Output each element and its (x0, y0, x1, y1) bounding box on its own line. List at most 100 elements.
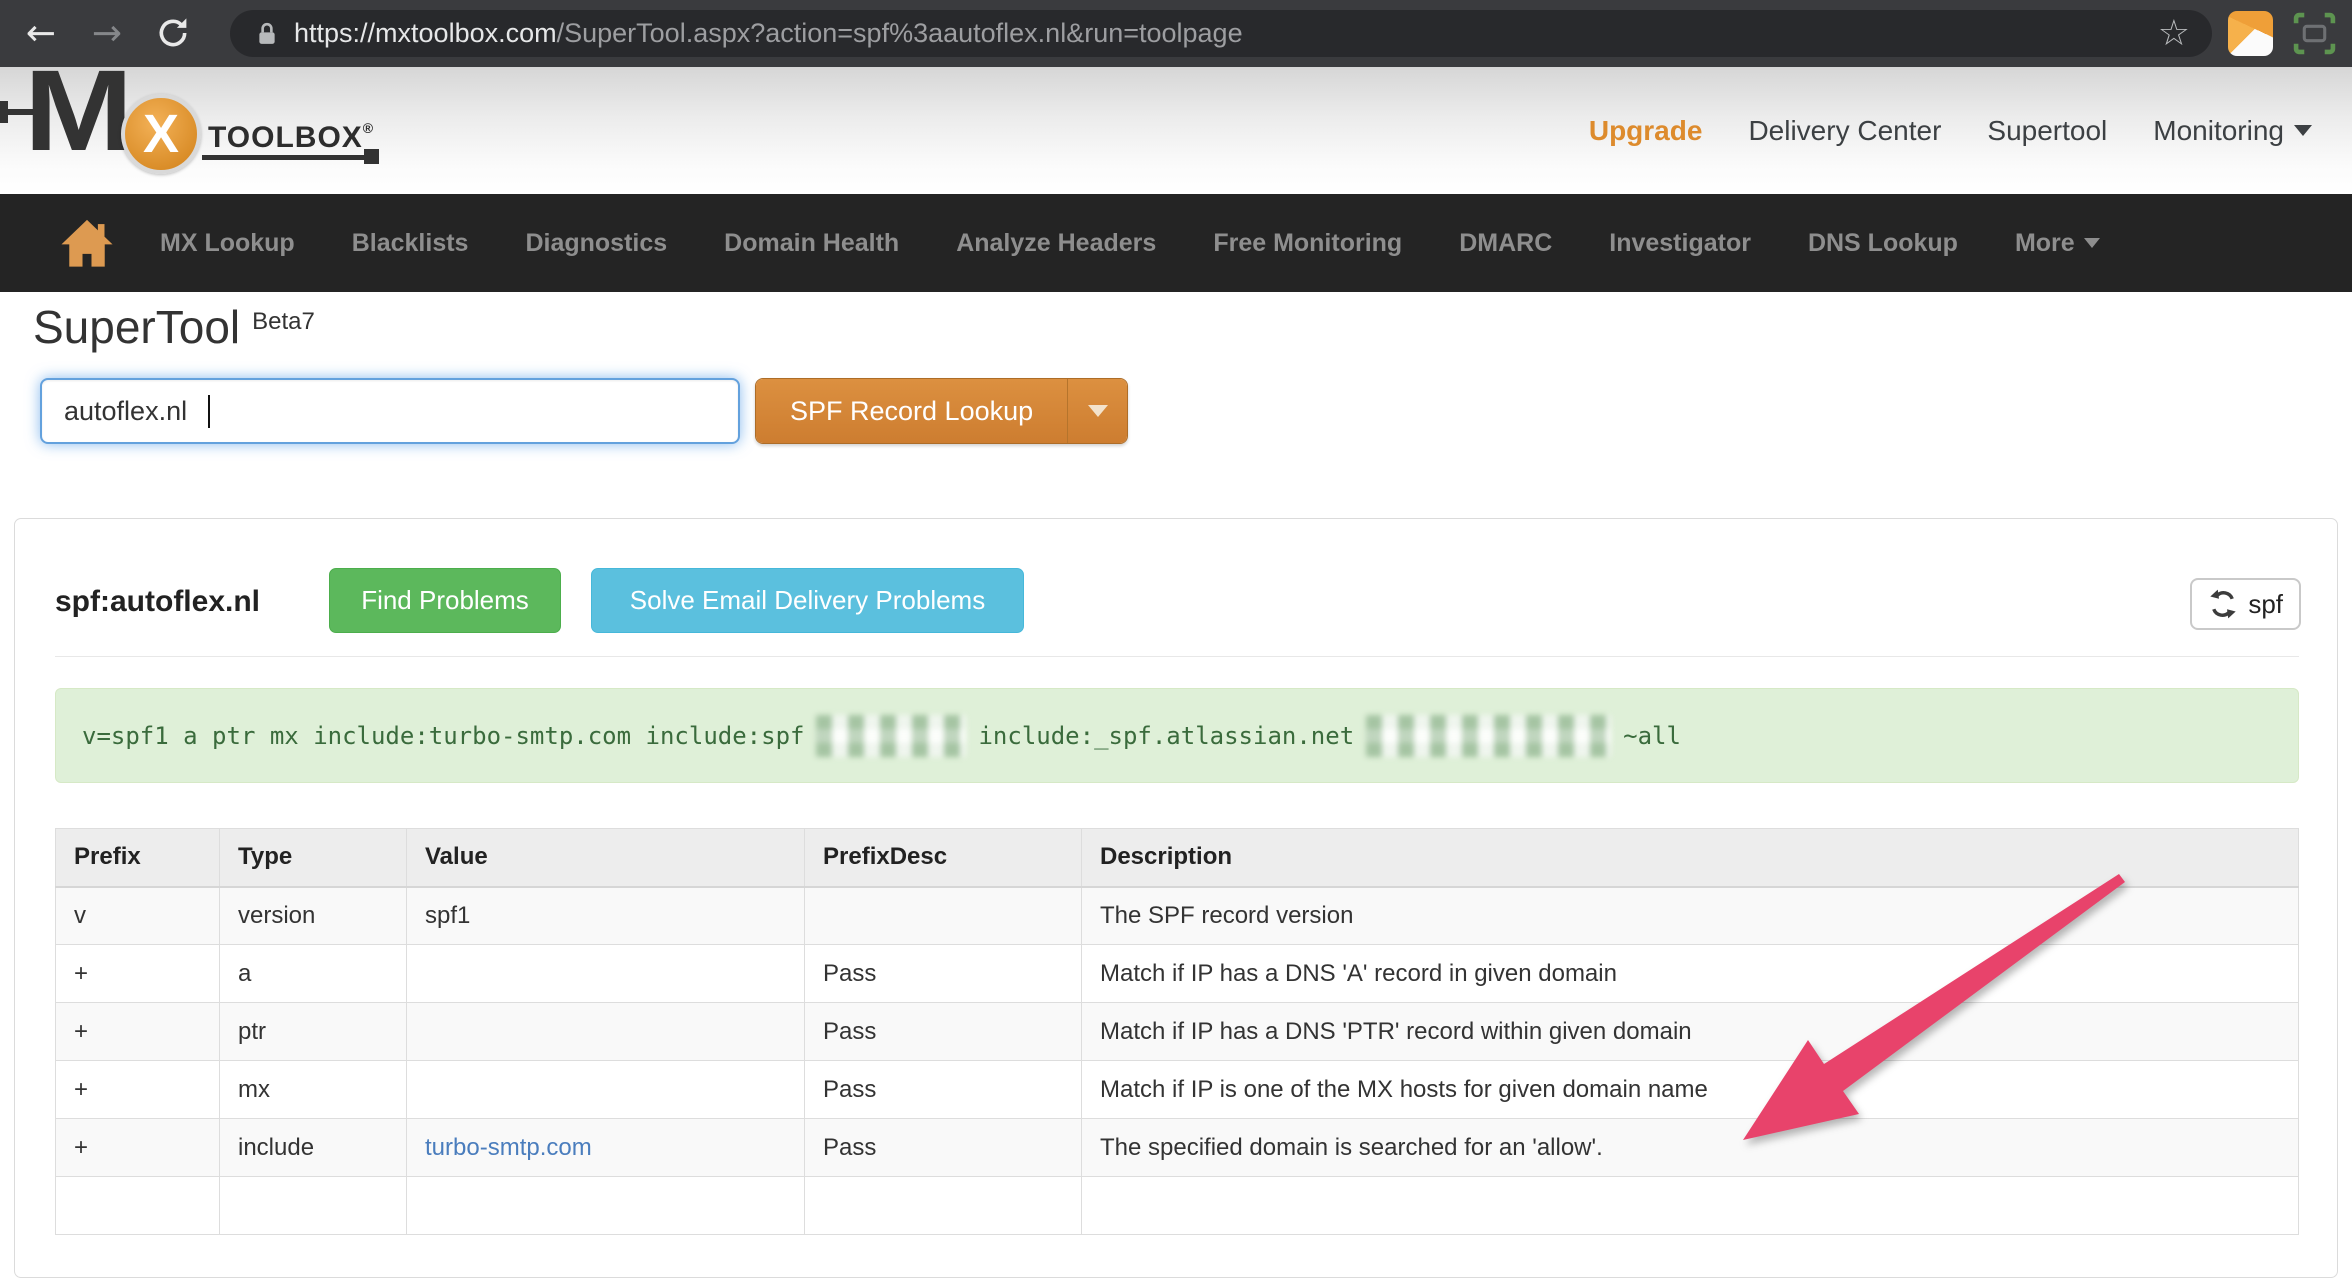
extension-icon[interactable] (2228, 11, 2273, 56)
col-prefix: Prefix (56, 829, 220, 887)
refresh-spf-button[interactable]: spf (2190, 578, 2301, 630)
solve-email-delivery-button[interactable]: Solve Email Delivery Problems (591, 568, 1024, 633)
address-bar[interactable]: https://mxtoolbox.com/SuperTool.aspx?act… (230, 10, 2212, 57)
nav-mx-lookup[interactable]: MX Lookup (160, 229, 295, 258)
cell-value: spf1 (407, 887, 805, 945)
nav-diagnostics[interactable]: Diagnostics (525, 229, 667, 258)
result-heading: spf:autoflex.nl (55, 585, 260, 619)
refresh-icon (2208, 589, 2238, 619)
spf-record-box: v=spf1 a ptr mx include:turbo-smtp.com i… (55, 688, 2299, 783)
spf-record-text: v=spf1 a ptr mx include:turbo-smtp.com i… (82, 722, 804, 750)
cell-prefix: + (56, 945, 220, 1003)
cell-type: ptr (220, 1003, 407, 1061)
logo-line (202, 155, 370, 160)
cell-value (407, 1061, 805, 1119)
reload-icon[interactable] (146, 6, 200, 60)
cell-value: turbo-smtp.com (407, 1119, 805, 1177)
table-row: + include turbo-smtp.com Pass The specif… (56, 1119, 2299, 1177)
cell-value (407, 1177, 805, 1235)
divider (55, 656, 2299, 657)
table-header-row: Prefix Type Value PrefixDesc Description (56, 829, 2299, 887)
cell-prefixdesc: Pass (805, 1119, 1082, 1177)
nav-dmarc[interactable]: DMARC (1459, 229, 1552, 258)
redacted-block (816, 715, 966, 757)
nav-upgrade[interactable]: Upgrade (1589, 115, 1703, 147)
spf-record-table: Prefix Type Value PrefixDesc Description… (55, 828, 2299, 1235)
cell-prefix: + (56, 1061, 220, 1119)
cell-description: Match if IP is one of the MX hosts for g… (1082, 1061, 2299, 1119)
cell-prefix: + (56, 1003, 220, 1061)
cell-prefixdesc: Pass (805, 945, 1082, 1003)
table-row: + a Pass Match if IP has a DNS 'A' recor… (56, 945, 2299, 1003)
results-panel: spf:autoflex.nl Find Problems Solve Emai… (14, 518, 2338, 1278)
spf-record-text: ~all (1623, 722, 1681, 750)
cell-prefixdesc: Pass (805, 1003, 1082, 1061)
cell-prefix: + (56, 1119, 220, 1177)
main-navbar: MX Lookup Blacklists Diagnostics Domain … (0, 194, 2352, 292)
text-cursor (208, 395, 210, 428)
browser-toolbar: ← → https://mxtoolbox.com/SuperTool.aspx… (0, 0, 2352, 67)
spf-record-text: include:_spf.atlassian.net (978, 722, 1354, 750)
col-description: Description (1082, 829, 2299, 887)
domain-input[interactable] (40, 378, 740, 444)
nav-blacklists[interactable]: Blacklists (352, 229, 469, 258)
cell-type: include (220, 1119, 407, 1177)
lookup-dropdown-toggle[interactable] (1067, 379, 1127, 443)
url-text: https://mxtoolbox.com/SuperTool.aspx?act… (294, 18, 2158, 49)
mxtoolbox-logo[interactable]: M X TOOLBOX® (0, 67, 420, 194)
refresh-label: spf (2248, 589, 2283, 620)
cell-description: Match if IP has a DNS 'PTR' record withi… (1082, 1003, 2299, 1061)
chevron-down-icon (2084, 238, 2100, 248)
col-prefixdesc: PrefixDesc (805, 829, 1082, 887)
home-icon[interactable] (58, 217, 116, 269)
cell-description: The specified domain is searched for an … (1082, 1119, 2299, 1177)
cell-type: a (220, 945, 407, 1003)
table-row (56, 1177, 2299, 1235)
col-type: Type (220, 829, 407, 887)
nav-monitoring[interactable]: Monitoring (2153, 115, 2312, 147)
header-nav: Upgrade Delivery Center Supertool Monito… (1589, 67, 2312, 194)
cell-description: Match if IP has a DNS 'A' record in give… (1082, 945, 2299, 1003)
logo-m: M (24, 45, 126, 177)
screenshot-extension-icon[interactable] (2292, 11, 2337, 56)
cell-type (220, 1177, 407, 1235)
logo-x-circle: X (121, 94, 201, 174)
cell-prefixdesc: Pass (805, 1061, 1082, 1119)
beta-badge: Beta7 (252, 308, 315, 335)
cell-description: The SPF record version (1082, 887, 2299, 945)
site-header: M X TOOLBOX® Upgrade Delivery Center Sup… (0, 67, 2352, 194)
nav-investigator[interactable]: Investigator (1609, 229, 1751, 258)
nav-delivery-center[interactable]: Delivery Center (1748, 115, 1941, 147)
nav-more[interactable]: More (2015, 229, 2100, 258)
cell-prefix: v (56, 887, 220, 945)
table-row: + ptr Pass Match if IP has a DNS 'PTR' r… (56, 1003, 2299, 1061)
bookmark-star-icon[interactable]: ☆ (2158, 13, 2190, 54)
cell-type: version (220, 887, 407, 945)
col-value: Value (407, 829, 805, 887)
nav-free-monitoring[interactable]: Free Monitoring (1213, 229, 1402, 258)
cell-value (407, 945, 805, 1003)
find-problems-button[interactable]: Find Problems (329, 568, 561, 633)
nav-domain-health[interactable]: Domain Health (724, 229, 899, 258)
table-row: v version spf1 The SPF record version (56, 887, 2299, 945)
spf-record-lookup-button[interactable]: SPF Record Lookup (755, 378, 1128, 444)
cell-prefix (56, 1177, 220, 1235)
page-title: SuperToolBeta7 (33, 300, 315, 354)
logo-nub (364, 149, 379, 164)
cell-description (1082, 1177, 2299, 1235)
cell-type: mx (220, 1061, 407, 1119)
table-row: + mx Pass Match if IP is one of the MX h… (56, 1061, 2299, 1119)
nav-dns-lookup[interactable]: DNS Lookup (1808, 229, 1958, 258)
cell-prefixdesc (805, 887, 1082, 945)
cell-value (407, 1003, 805, 1061)
nav-supertool[interactable]: Supertool (1987, 115, 2107, 147)
url-path: /SuperTool.aspx?action=spf%3aautoflex.nl… (557, 18, 1243, 48)
logo-nub (0, 101, 8, 123)
chevron-down-icon (2294, 125, 2312, 136)
nav-analyze-headers[interactable]: Analyze Headers (956, 229, 1156, 258)
logo-toolbox-text: TOOLBOX® (208, 120, 374, 155)
turbo-smtp-link[interactable]: turbo-smtp.com (425, 1134, 592, 1161)
url-domain: https://mxtoolbox.com (294, 18, 557, 48)
spf-record-lookup-label[interactable]: SPF Record Lookup (756, 379, 1067, 443)
lock-icon (256, 22, 278, 46)
